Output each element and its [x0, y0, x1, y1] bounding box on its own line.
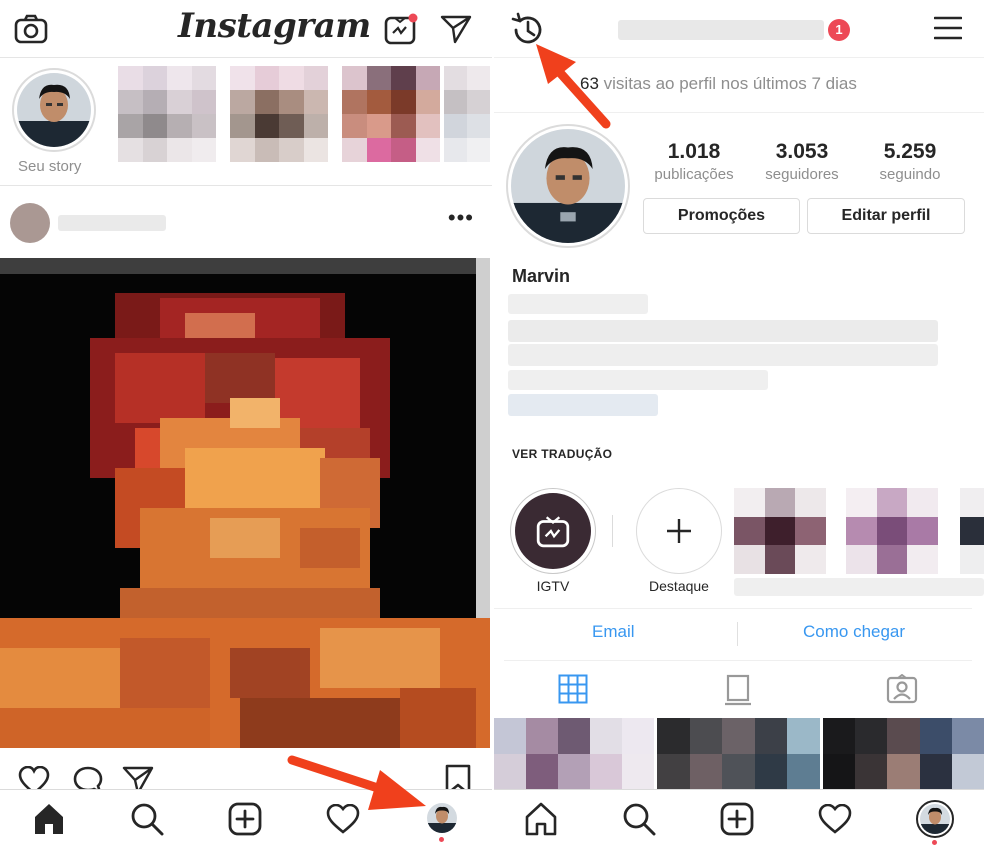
- following-label: seguindo: [879, 166, 941, 183]
- followers-label: seguidores: [765, 166, 839, 183]
- grid-view-icon[interactable]: [558, 674, 588, 704]
- more-options-button[interactable]: •••: [448, 205, 474, 231]
- posts-label: publicações: [654, 166, 734, 183]
- your-story-label: Seu story: [18, 158, 82, 175]
- post-image[interactable]: [0, 258, 490, 748]
- visits-text: visitas ao perfil nos últimos 7 dias: [598, 74, 857, 93]
- highlight-destaque-label: Destaque: [649, 578, 709, 594]
- grid-post-thumbnail[interactable]: [657, 718, 820, 790]
- notification-badge: 1: [828, 19, 850, 41]
- posts-stat[interactable]: 1.018 publicações: [644, 140, 744, 183]
- stories-tray: Seu story: [0, 58, 492, 186]
- profile-visits-insight[interactable]: 63 visitas ao perfil nos últimos 7 dias: [580, 74, 857, 94]
- profile-name: Marvin: [512, 266, 571, 286]
- plus-icon: [665, 517, 693, 545]
- story-thumbnail[interactable]: [342, 66, 440, 162]
- avatar: [17, 73, 91, 147]
- new-highlight-button[interactable]: [636, 488, 722, 574]
- notification-dot: [932, 840, 937, 845]
- following-stat[interactable]: 5.259 seguindo: [860, 140, 960, 183]
- profile-content-tabs: [494, 664, 984, 716]
- contact-separator: [737, 622, 738, 646]
- tagged-photos-icon[interactable]: [886, 674, 918, 704]
- your-story-avatar[interactable]: [12, 68, 96, 152]
- feed-view-icon[interactable]: [724, 674, 752, 706]
- instagram-logo: Instagram: [178, 6, 371, 46]
- search-icon[interactable]: [130, 802, 164, 836]
- feed-screen: Instagram Seu story •••: [0, 0, 492, 849]
- story-thumbnail[interactable]: [118, 66, 216, 162]
- post-header: [0, 187, 492, 257]
- directions-button[interactable]: Como chegar: [803, 622, 905, 642]
- menu-icon[interactable]: [934, 16, 962, 40]
- new-post-icon[interactable]: [228, 802, 262, 836]
- posts-count: 1.018: [667, 140, 721, 163]
- igtv-highlight-icon: [515, 493, 591, 569]
- activity-heart-icon[interactable]: [818, 804, 852, 834]
- profile-screen: 1 63 visitas ao perfil nos últimos 7 dia…: [494, 0, 984, 849]
- new-post-icon[interactable]: [720, 802, 754, 836]
- home-icon[interactable]: [524, 802, 558, 836]
- highlight-thumbnail[interactable]: [960, 488, 984, 574]
- divider-line: [494, 608, 972, 609]
- camera-icon[interactable]: [14, 14, 48, 44]
- followers-count: 3.053: [775, 140, 829, 163]
- avatar: [511, 129, 625, 243]
- see-translation-link[interactable]: VER TRADUÇÃO: [512, 447, 612, 461]
- direct-message-icon[interactable]: [440, 14, 472, 44]
- profile-avatar[interactable]: [506, 124, 630, 248]
- annotation-arrow: [287, 755, 426, 810]
- highlight-separator: [612, 515, 613, 547]
- username-switcher[interactable]: [618, 20, 824, 40]
- highlight-labels-blurred: [734, 578, 984, 596]
- highlight-thumbnail[interactable]: [734, 488, 826, 574]
- edit-profile-button[interactable]: Editar perfil: [807, 198, 965, 234]
- email-button[interactable]: Email: [592, 622, 635, 642]
- grid-post-thumbnail[interactable]: [823, 718, 984, 790]
- story-thumbnail[interactable]: [230, 66, 328, 162]
- home-icon[interactable]: [32, 802, 66, 836]
- bottom-tab-bar: [494, 789, 984, 849]
- following-count: 5.259: [883, 140, 937, 163]
- annotation-arrow: [536, 44, 611, 129]
- post-author-username[interactable]: [58, 215, 166, 231]
- igtv-icon[interactable]: [384, 12, 418, 46]
- divider-line: [504, 660, 972, 661]
- story-thumbnail[interactable]: [444, 66, 490, 162]
- notification-dot: [439, 837, 444, 842]
- highlight-igtv[interactable]: [510, 488, 596, 574]
- post-author-avatar[interactable]: [10, 203, 50, 243]
- highlight-igtv-label: IGTV: [536, 578, 570, 594]
- feed-header: Instagram: [0, 0, 492, 58]
- posts-grid: [494, 718, 984, 790]
- profile-tab-icon[interactable]: [916, 800, 954, 838]
- search-icon[interactable]: [622, 802, 656, 836]
- followers-stat[interactable]: 3.053 seguidores: [752, 140, 852, 183]
- highlight-thumbnail[interactable]: [846, 488, 938, 574]
- promotions-button[interactable]: Promoções: [643, 198, 800, 234]
- grid-post-thumbnail[interactable]: [494, 718, 654, 790]
